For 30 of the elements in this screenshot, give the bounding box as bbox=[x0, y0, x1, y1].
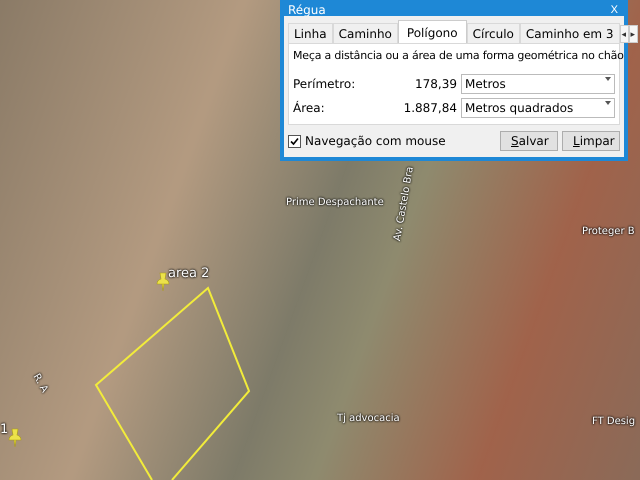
place-label: Prime Despachante bbox=[286, 197, 384, 209]
place-label: FT Desig bbox=[592, 416, 636, 428]
unit-dropdown[interactable]: Metros bbox=[461, 74, 615, 94]
measurement-label: Área: bbox=[293, 101, 326, 115]
pushpin-icon[interactable] bbox=[8, 428, 22, 448]
close-button[interactable]: X bbox=[604, 4, 624, 16]
tab[interactable]: Caminho em 3 bbox=[520, 23, 620, 43]
checkmark-icon bbox=[290, 136, 299, 146]
checkbox-label: Navegação com mouse bbox=[305, 134, 446, 148]
place-label: Proteger B bbox=[582, 226, 635, 238]
place-label: Tj advocacia bbox=[337, 413, 400, 425]
road-label: Av. Castelo Bra bbox=[392, 166, 417, 242]
measurement-value: 178,39 bbox=[414, 77, 457, 91]
unit-dropdown[interactable]: Metros quadrados bbox=[461, 98, 615, 118]
tab[interactable]: Caminho bbox=[332, 23, 398, 43]
dialog-button[interactable]: Limpar bbox=[562, 131, 620, 151]
pin-label: area 2 bbox=[168, 268, 210, 280]
tab[interactable]: Círculo bbox=[466, 23, 520, 43]
measurement-label: Perímetro: bbox=[293, 77, 356, 91]
road-label: R. A bbox=[30, 372, 50, 396]
description-text: Meça a distância ou a área de uma forma geométrica no chão bbox=[293, 49, 624, 62]
caret-icon bbox=[605, 77, 611, 81]
pushpin-icon[interactable] bbox=[156, 272, 170, 292]
tab[interactable]: Polígono bbox=[398, 20, 467, 43]
tab[interactable]: Linha bbox=[288, 23, 333, 43]
checkbox[interactable] bbox=[288, 134, 301, 148]
measurement-value: 1.887,84 bbox=[402, 101, 457, 115]
pin-label: 1 bbox=[0, 424, 8, 436]
dialog-button[interactable]: Salvar bbox=[500, 131, 558, 151]
caret-icon bbox=[605, 101, 611, 105]
